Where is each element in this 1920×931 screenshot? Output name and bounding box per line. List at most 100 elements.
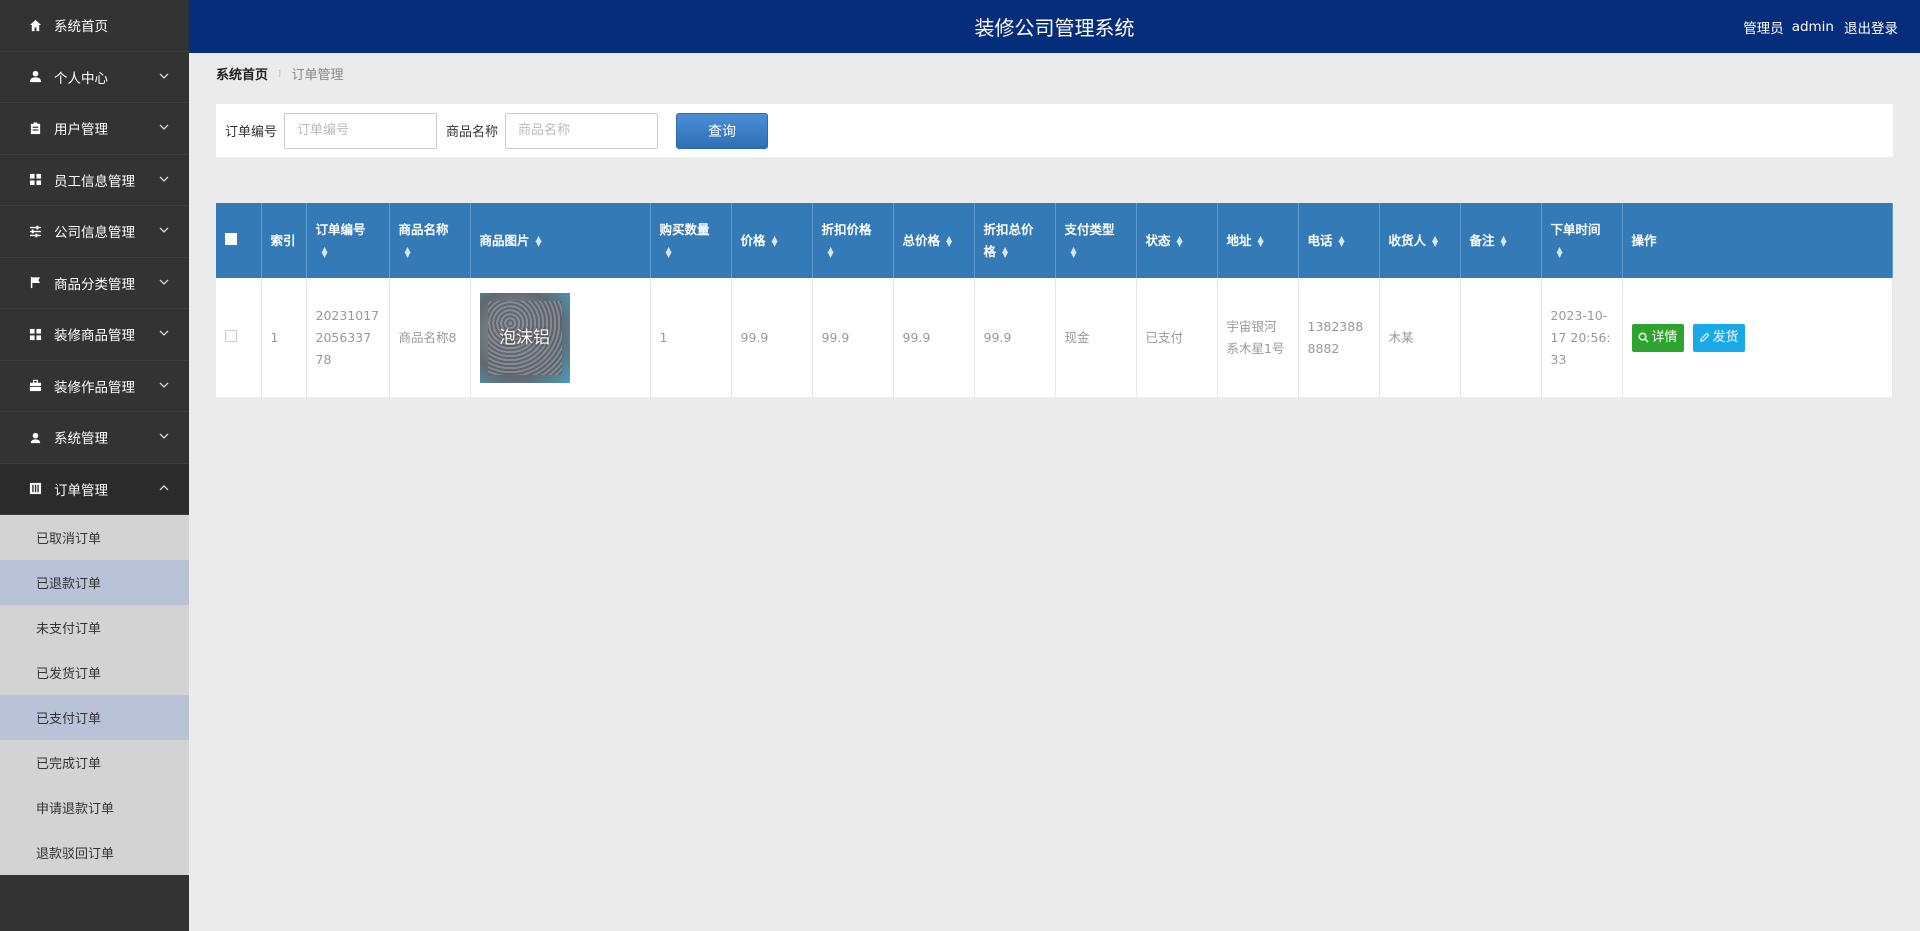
edit-icon <box>1699 332 1709 342</box>
sidebar-item-company-management[interactable]: 公司信息管理 <box>0 206 189 258</box>
search-button[interactable]: 查询 <box>676 112 769 149</box>
sidebar-item-label: 公司信息管理 <box>54 225 135 242</box>
sort-icon[interactable]: ▲ ▼ <box>405 246 411 259</box>
submenu-item-shipped-orders[interactable]: 已发货订单 <box>0 650 189 695</box>
cell-receiver: 木某 <box>1379 278 1461 397</box>
row-checkbox[interactable] <box>225 329 237 342</box>
sort-icon[interactable]: ▲ ▼ <box>1002 246 1008 259</box>
orders-table: 索引 订单编号 ▲ ▼ 商品名称 ▲ ▼ 商品图片 ▲ ▼ 购买数量 ▲ ▼ 价格 ▲ ▼ 折扣价格… <box>216 203 1893 397</box>
user-admin-icon <box>28 121 42 135</box>
col-header-order-no[interactable]: 订单编号 ▲ ▼ <box>306 203 390 278</box>
col-header-product-name[interactable]: 商品名称 ▲ ▼ <box>389 203 471 278</box>
ship-button[interactable]: 发货 <box>1692 323 1745 352</box>
col-header-total-price[interactable]: 总价格 ▲ ▼ <box>893 203 975 278</box>
col-header-product-image[interactable]: 商品图片 ▲ ▼ <box>470 203 651 278</box>
col-header-discount-total[interactable]: 折扣总价格 ▲ ▼ <box>974 203 1056 278</box>
app-title: 装修公司管理系统 <box>974 16 1135 40</box>
detail-button[interactable]: 详情 <box>1631 323 1684 352</box>
col-header-phone[interactable]: 电话 ▲ ▼ <box>1298 203 1380 278</box>
sort-icon[interactable]: ▲ ▼ <box>1501 235 1507 248</box>
order-submenu: 已取消订单 已退款订单 未支付订单 已发货订单 已支付订单 已完成订单 申请退款… <box>0 515 189 875</box>
sidebar-item-label: 订单管理 <box>54 482 108 499</box>
submenu-item-refund-request-orders[interactable]: 申请退款订单 <box>0 785 189 830</box>
sidebar-item-label: 装修商品管理 <box>54 328 135 345</box>
sort-icon[interactable]: ▲ ▼ <box>946 235 952 248</box>
col-header-discount-price[interactable]: 折扣价格 ▲ ▼ <box>812 203 894 278</box>
col-header-index: 索引 <box>261 203 307 278</box>
col-header-quantity[interactable]: 购买数量 ▲ ▼ <box>650 203 732 278</box>
ship-button-label: 发货 <box>1712 329 1739 345</box>
sidebar-item-order-management[interactable]: 订单管理 <box>0 463 189 515</box>
select-all-checkbox[interactable] <box>225 232 237 245</box>
sort-icon[interactable]: ▲ ▼ <box>772 235 778 248</box>
sidebar-item-personal-center[interactable]: 个人中心 <box>0 52 189 103</box>
product-name-label: 商品名称 <box>446 125 499 140</box>
sidebar-item-home[interactable]: 系统首页 <box>0 0 189 52</box>
sort-icon[interactable]: ▲ ▼ <box>1071 246 1077 259</box>
sidebar: 系统首页 个人中心 用户管理 员工信息管理 公司信息管理 商品分类管理 装修商品… <box>0 0 189 931</box>
sidebar-item-label: 员工信息管理 <box>54 173 135 190</box>
table-header-row: 索引 订单编号 ▲ ▼ 商品名称 ▲ ▼ 商品图片 ▲ ▼ 购买数量 ▲ ▼ 价格 ▲ ▼ 折扣价格… <box>216 203 1893 278</box>
sidebar-item-user-management[interactable]: 用户管理 <box>0 103 189 155</box>
chevron-down-icon <box>159 328 169 339</box>
submenu-item-cancelled-orders[interactable]: 已取消订单 <box>0 515 189 560</box>
cell-discount-total: 99.9 <box>974 278 1056 397</box>
header-user-area: 管理员 admin 退出登录 <box>1735 0 1898 53</box>
cell-status: 已支付 <box>1136 278 1218 397</box>
col-header-remark[interactable]: 备注 ▲ ▼ <box>1460 203 1542 278</box>
cell-product-name: 商品名称8 <box>389 278 471 397</box>
cell-actions: 详情 发货 <box>1622 278 1893 397</box>
col-header-price[interactable]: 价格 ▲ ▼ <box>731 203 813 278</box>
cell-product-image: 泡沫铝 <box>470 278 651 397</box>
submenu-item-paid-orders[interactable]: 已支付订单 <box>0 695 189 740</box>
sidebar-item-employee-management[interactable]: 员工信息管理 <box>0 155 189 206</box>
chevron-up-icon <box>159 483 169 494</box>
sidebar-item-label: 系统首页 <box>54 19 108 36</box>
submenu-item-unpaid-orders[interactable]: 未支付订单 <box>0 605 189 650</box>
cell-order-no: 202310172056337 78 <box>306 278 390 397</box>
sort-icon[interactable]: ▲ ▼ <box>1339 235 1345 248</box>
sidebar-item-label: 装修作品管理 <box>54 379 135 396</box>
sliders-icon <box>28 224 42 238</box>
chevron-down-icon <box>159 122 169 133</box>
col-header-status[interactable]: 状态 ▲ ▼ <box>1136 203 1218 278</box>
col-header-address[interactable]: 地址 ▲ ▼ <box>1217 203 1299 278</box>
cell-quantity: 1 <box>650 278 732 397</box>
user-role: 管理员 <box>1743 20 1784 37</box>
clipboard-icon <box>28 482 42 496</box>
sidebar-item-label: 商品分类管理 <box>54 276 135 293</box>
sort-icon[interactable]: ▲ ▼ <box>1258 235 1264 248</box>
breadcrumb-home[interactable]: 系统首页 <box>216 64 268 83</box>
sidebar-item-product-management[interactable]: 装修商品管理 <box>0 309 189 361</box>
sort-icon[interactable]: ▲ ▼ <box>1557 246 1563 259</box>
search-icon <box>1638 332 1649 343</box>
col-header-pay-type[interactable]: 支付类型 ▲ ▼ <box>1055 203 1137 278</box>
sort-icon[interactable]: ▲ ▼ <box>536 235 542 248</box>
search-form: 订单编号 商品名称 查询 <box>216 104 1893 157</box>
breadcrumb-separator: ⁝ <box>278 67 282 80</box>
sort-icon[interactable]: ▲ ▼ <box>828 246 834 259</box>
sidebar-item-label: 系统管理 <box>54 431 108 448</box>
sidebar-item-category-management[interactable]: 商品分类管理 <box>0 258 189 309</box>
sort-icon[interactable]: ▲ ▼ <box>1177 235 1183 248</box>
product-image[interactable]: 泡沫铝 <box>479 292 570 383</box>
sort-icon[interactable]: ▲ ▼ <box>666 246 672 259</box>
sort-icon[interactable]: ▲ ▼ <box>322 246 328 259</box>
submenu-item-completed-orders[interactable]: 已完成订单 <box>0 740 189 785</box>
order-no-input[interactable] <box>284 112 438 149</box>
cell-order-time: 2023-10-17 20:56:33 <box>1541 278 1623 397</box>
submenu-item-refund-rejected-orders[interactable]: 退款驳回订单 <box>0 830 189 875</box>
logout-button[interactable]: 退出登录 <box>1844 17 1898 37</box>
cell-discount-price: 99.9 <box>812 278 894 397</box>
sidebar-item-works-management[interactable]: 装修作品管理 <box>0 361 189 412</box>
username: admin <box>1791 18 1834 35</box>
cell-index: 1 <box>261 278 307 397</box>
sort-icon[interactable]: ▲ ▼ <box>1432 235 1438 248</box>
product-name-input[interactable] <box>505 112 659 149</box>
col-header-receiver[interactable]: 收货人 ▲ ▼ <box>1379 203 1461 278</box>
submenu-item-refunded-orders[interactable]: 已退款订单 <box>0 560 189 605</box>
chevron-down-icon <box>159 380 169 391</box>
col-header-order-time[interactable]: 下单时间 ▲ ▼ <box>1541 203 1623 278</box>
sidebar-item-system-management[interactable]: 系统管理 <box>0 412 189 464</box>
cell-total-price: 99.9 <box>893 278 975 397</box>
